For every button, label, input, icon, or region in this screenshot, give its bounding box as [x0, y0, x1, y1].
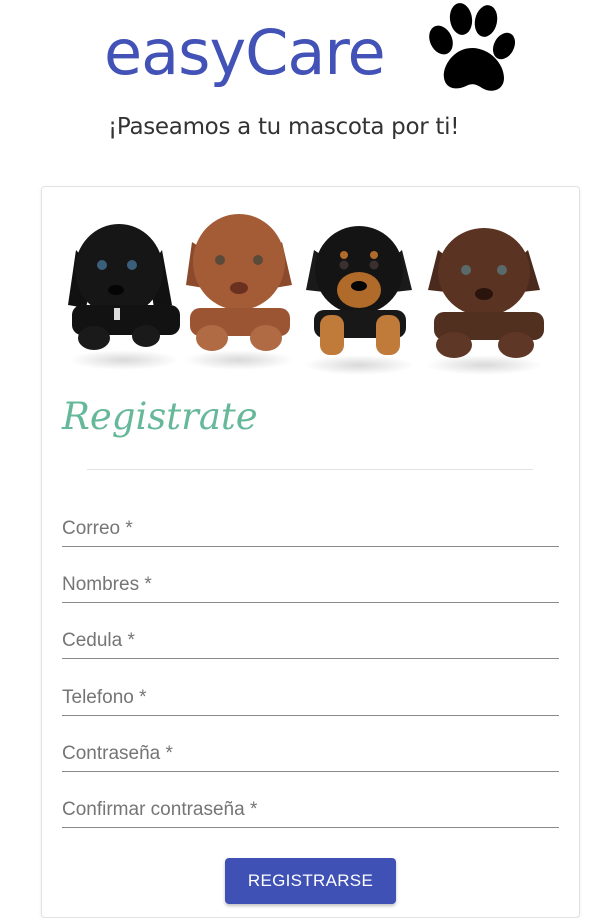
phone-field[interactable] — [62, 677, 559, 715]
puppy-black — [68, 224, 180, 370]
email-field[interactable] — [62, 508, 559, 546]
header: easyCare — [0, 0, 616, 110]
id-number-field[interactable] — [62, 620, 559, 658]
names-field-container — [62, 564, 559, 603]
password-field-container — [62, 733, 559, 772]
form-title: Registrate — [62, 395, 258, 438]
brand-logo-text: easyCare — [104, 16, 386, 89]
paw-icon — [429, 3, 516, 91]
tagline: ¡Paseamos a tu mascota por ti! — [108, 114, 460, 140]
divider — [87, 469, 533, 470]
password-field[interactable] — [62, 733, 559, 771]
confirm-password-field-container — [62, 789, 559, 828]
puppy-brown — [184, 214, 294, 370]
names-field[interactable] — [62, 564, 559, 602]
register-button[interactable]: REGISTRARSE — [225, 858, 396, 904]
confirm-password-field[interactable] — [62, 789, 559, 827]
email-field-container — [62, 508, 559, 547]
puppy-rottweiler — [304, 226, 414, 375]
phone-field-container — [62, 677, 559, 716]
puppy-chocolate — [426, 228, 544, 375]
id-number-field-container — [62, 620, 559, 659]
puppies-image — [68, 214, 544, 375]
